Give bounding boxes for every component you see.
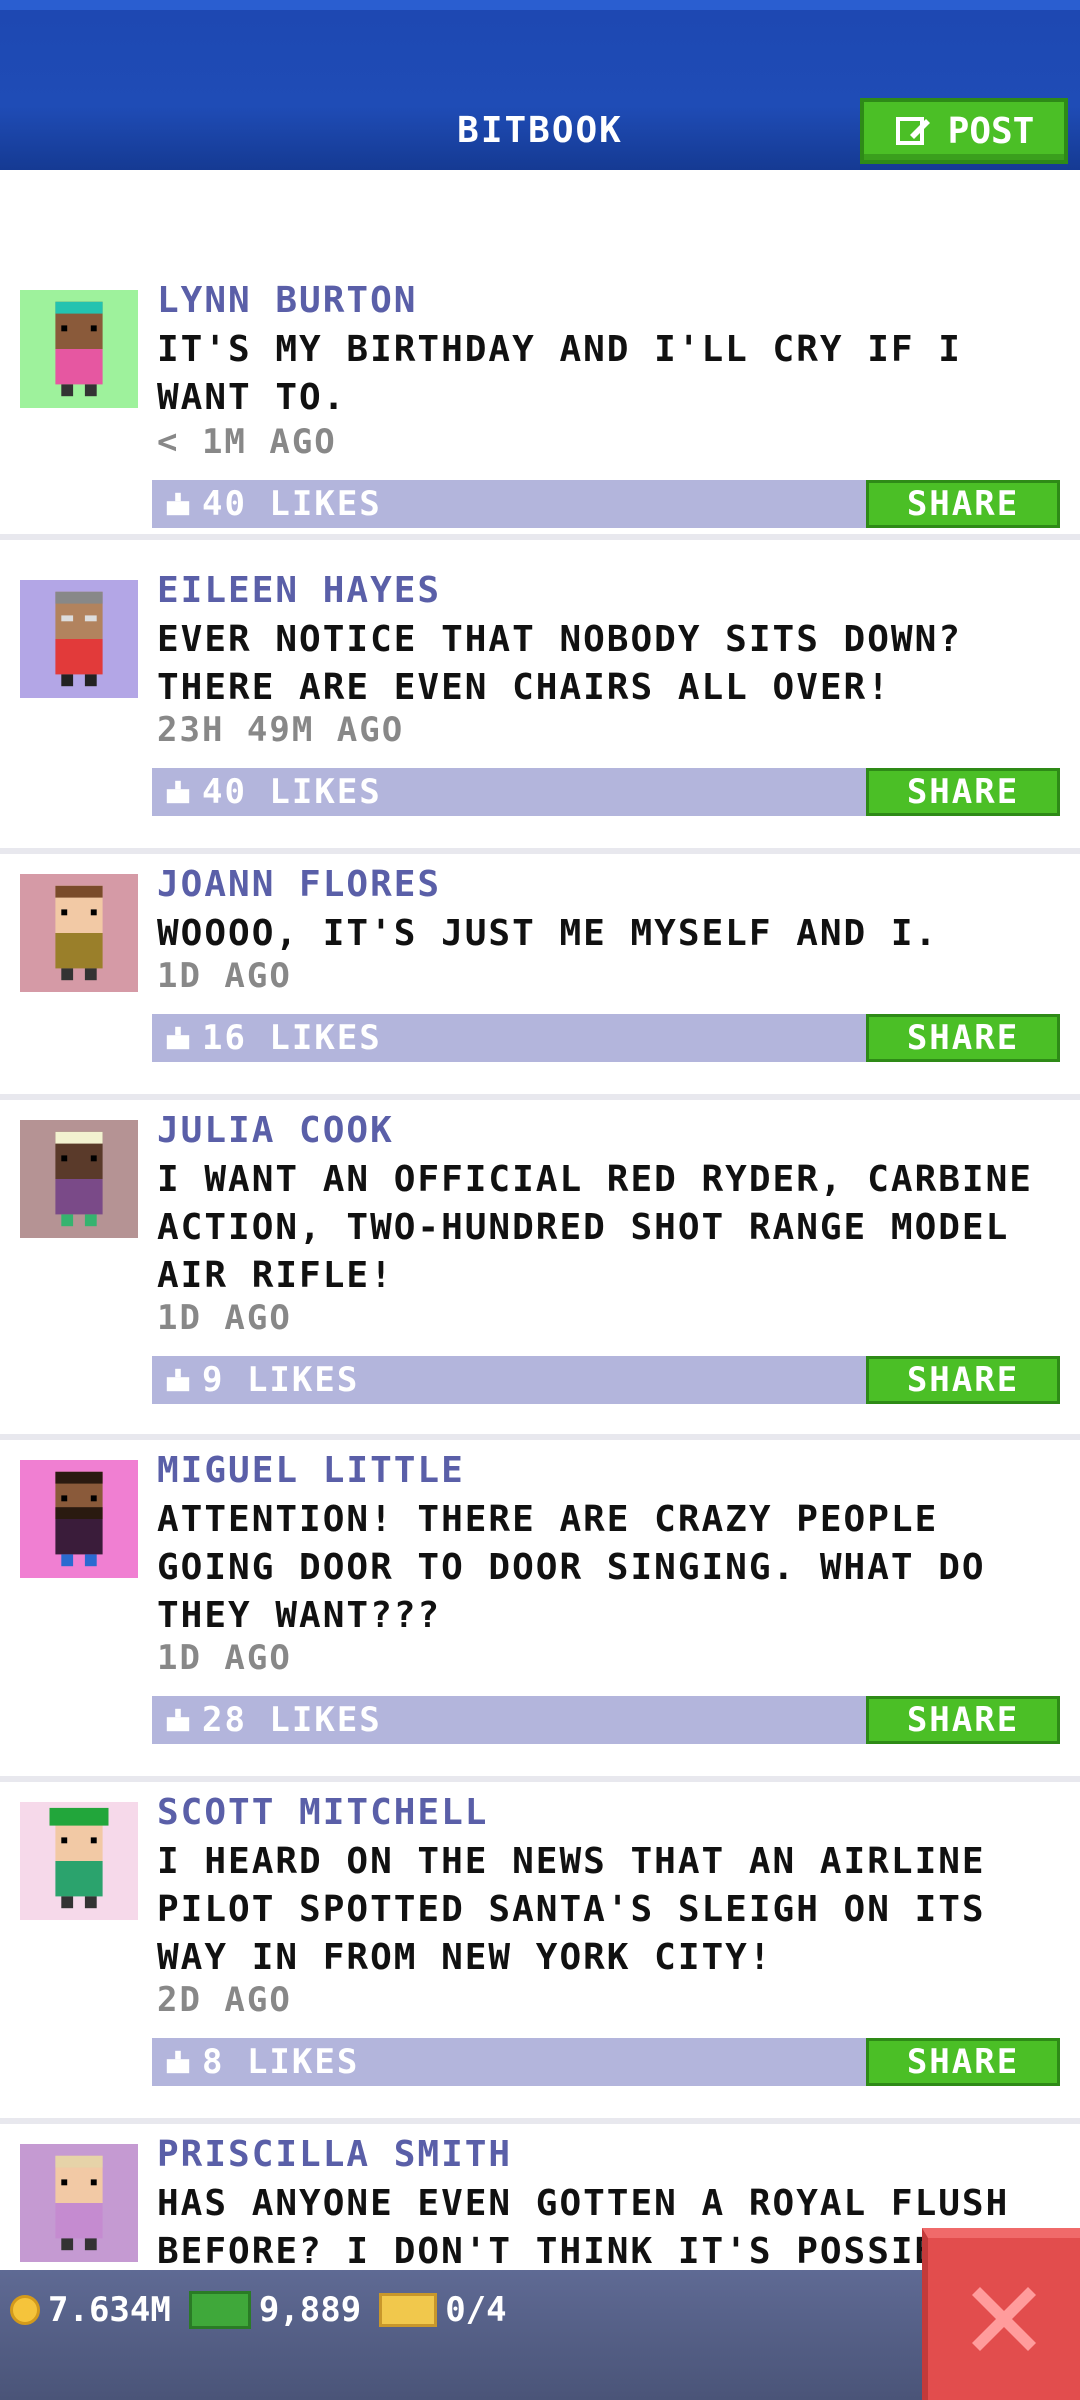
post-author: MIGUEL LITTLE: [157, 1450, 465, 1491]
post-author: SCOTT MITCHELL: [157, 1792, 489, 1833]
tickets-stat: 0/4: [379, 2290, 507, 2330]
status-bar: 7.634M 9,889 0/4: [0, 2270, 1080, 2400]
share-button[interactable]: SHARE: [866, 1014, 1060, 1062]
share-button[interactable]: SHARE: [866, 1696, 1060, 1744]
coin-icon: [10, 2295, 40, 2325]
post-time: 1D AGO: [157, 1638, 292, 1678]
post-author: JULIA COOK: [157, 1110, 394, 1151]
share-button[interactable]: SHARE: [866, 768, 1060, 816]
likes-count: 16 LIKES: [202, 1018, 382, 1058]
thumbs-up-icon: [166, 2050, 190, 2074]
resource-stats: 7.634M 9,889 0/4: [10, 2290, 507, 2330]
post-text: I HEARD ON THE NEWS THAT AN AIRLINE PILO…: [157, 1841, 986, 1978]
thumbs-up-icon: [166, 780, 190, 804]
likes-count: 40 LIKES: [202, 772, 382, 812]
likes-count: 40 LIKES: [202, 484, 382, 524]
post-time: 1D AGO: [157, 956, 292, 996]
post-author: JOANN FLORES: [157, 864, 442, 905]
feed-post: LYNN BURTON IT'S MY BIRTHDAY AND I'LL CR…: [0, 270, 1080, 540]
post-author: EILEEN HAYES: [157, 570, 442, 611]
likes-bar: 40 LIKES SHARE: [152, 480, 1060, 528]
thumbs-up-icon: [166, 1368, 190, 1392]
likes-count: 28 LIKES: [202, 1700, 382, 1740]
feed-list[interactable]: LYNN BURTON IT'S MY BIRTHDAY AND I'LL CR…: [0, 170, 1080, 2270]
likes-bar: 40 LIKES SHARE: [152, 768, 1060, 816]
likes-bar: 16 LIKES SHARE: [152, 1014, 1060, 1062]
avatar[interactable]: [20, 874, 138, 992]
feed-post: JOANN FLORES WOOOO, IT'S JUST ME MYSELF …: [0, 854, 1080, 1100]
cash-value: 9,889: [258, 2290, 362, 2330]
avatar[interactable]: [20, 1802, 138, 1920]
post-button-label: POST: [947, 110, 1035, 152]
post-text: WOOOO, IT'S JUST ME MYSELF AND I.: [157, 913, 939, 954]
post-text: IT'S MY BIRTHDAY AND I'LL CRY IF I WANT …: [157, 329, 962, 418]
feed-post: MIGUEL LITTLE ATTENTION! THERE ARE CRAZY…: [0, 1440, 1080, 1782]
likes-count: 8 LIKES: [202, 2042, 360, 2082]
feed-post: SCOTT MITCHELL I HEARD ON THE NEWS THAT …: [0, 1782, 1080, 2124]
share-button[interactable]: SHARE: [866, 1356, 1060, 1404]
post-time: 1D AGO: [157, 1298, 292, 1338]
avatar[interactable]: [20, 2144, 138, 2262]
feed-post: JULIA COOK I WANT AN OFFICIAL RED RYDER,…: [0, 1100, 1080, 1440]
post-time: 23H 49M AGO: [157, 710, 405, 750]
avatar[interactable]: [20, 290, 138, 408]
thumbs-up-icon: [166, 492, 190, 516]
likes-bar: 9 LIKES SHARE: [152, 1356, 1060, 1404]
avatar[interactable]: [20, 580, 138, 698]
share-button[interactable]: SHARE: [866, 480, 1060, 528]
tickets-value: 0/4: [445, 2290, 507, 2330]
coins-stat: 7.634M: [10, 2290, 171, 2330]
feed-post: EILEEN HAYES EVER NOTICE THAT NOBODY SIT…: [0, 560, 1080, 854]
close-icon: [972, 2287, 1036, 2351]
app-header: BITBOOK POST: [0, 0, 1080, 170]
thumbs-up-icon: [166, 1708, 190, 1732]
post-button[interactable]: POST: [860, 98, 1068, 164]
avatar[interactable]: [20, 1120, 138, 1238]
likes-bar: 28 LIKES SHARE: [152, 1696, 1060, 1744]
post-time: 2D AGO: [157, 1980, 292, 2020]
edit-icon: [895, 117, 930, 145]
thumbs-up-icon: [166, 1026, 190, 1050]
share-button[interactable]: SHARE: [866, 2038, 1060, 2086]
post-text: ATTENTION! THERE ARE CRAZY PEOPLE GOING …: [157, 1499, 986, 1636]
post-text: EVER NOTICE THAT NOBODY SITS DOWN? THERE…: [157, 619, 962, 708]
post-text: I WANT AN OFFICIAL RED RYDER, CARBINE AC…: [157, 1159, 1033, 1296]
coins-value: 7.634M: [48, 2290, 171, 2330]
post-time: < 1M AGO: [157, 422, 337, 462]
likes-bar: 8 LIKES SHARE: [152, 2038, 1060, 2086]
post-author: LYNN BURTON: [157, 280, 418, 321]
cash-stat: 9,889: [188, 2290, 362, 2330]
post-author: PRISCILLA SMITH: [157, 2134, 513, 2175]
close-button[interactable]: [922, 2228, 1080, 2400]
ticket-icon: [379, 2293, 438, 2327]
feed-post: PRISCILLA SMITH HAS ANYONE EVEN GOTTEN A…: [0, 2124, 1080, 2270]
likes-count: 9 LIKES: [202, 1360, 360, 1400]
cash-icon: [188, 2291, 251, 2329]
avatar[interactable]: [20, 1460, 138, 1578]
